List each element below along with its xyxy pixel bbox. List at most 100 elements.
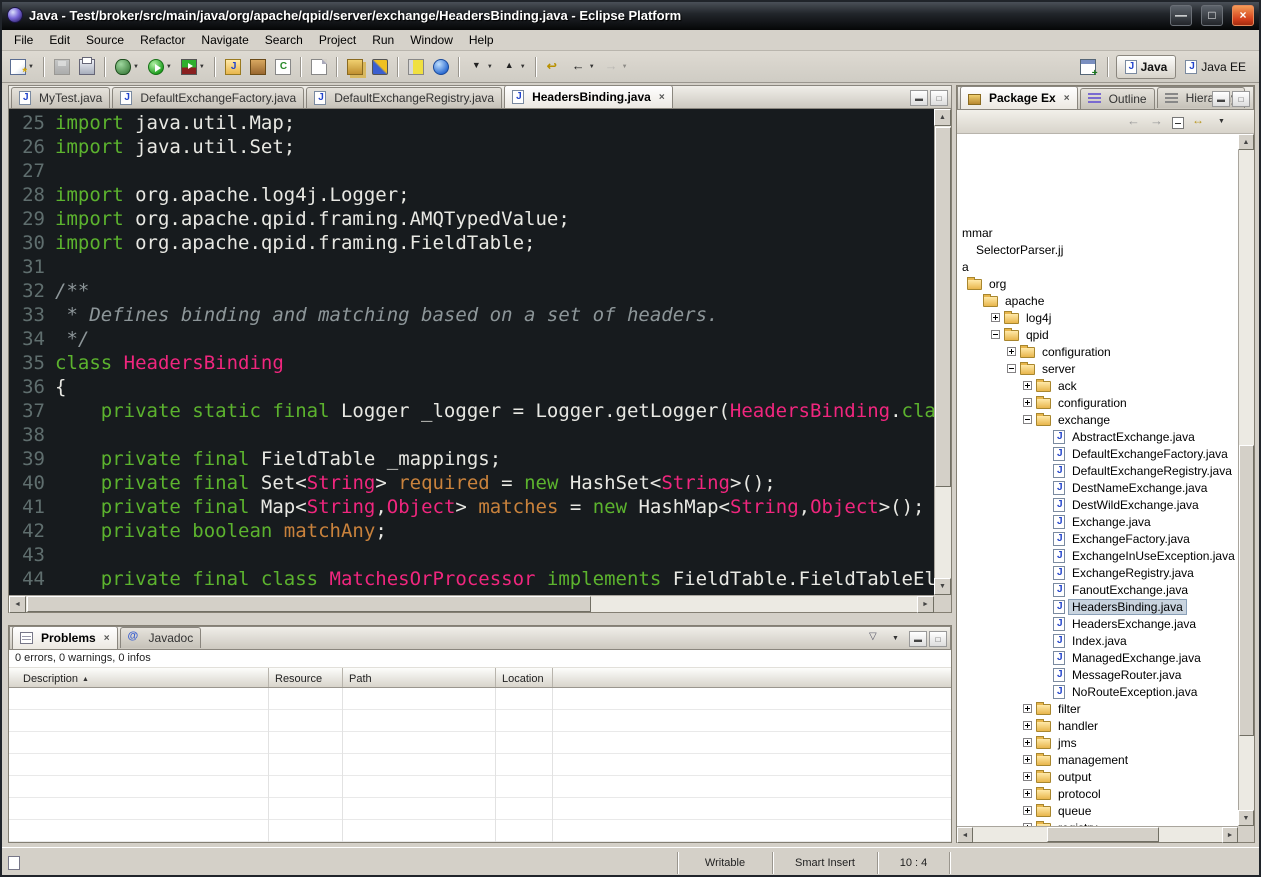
minimize-button[interactable]: — [1170, 5, 1192, 26]
scroll-left-button[interactable]: ◄ [9, 596, 26, 613]
view-tab-outline[interactable]: Outline [1080, 88, 1155, 109]
horizontal-scrollbar-thumb[interactable] [27, 596, 591, 612]
print-button[interactable] [75, 55, 99, 79]
expand-icon[interactable] [1023, 704, 1032, 713]
save-button[interactable] [50, 55, 74, 79]
code-editor[interactable]: 25import java.util.Map;26import java.uti… [8, 109, 952, 613]
tree-item-exchange-java[interactable]: Exchange.java [957, 513, 1238, 530]
editor-tab-defaultexchangefactory-java[interactable]: DefaultExchangeFactory.java [112, 87, 304, 108]
tree-item-destwildexchange-java[interactable]: DestWildExchange.java [957, 496, 1238, 513]
expand-icon[interactable] [991, 313, 1000, 322]
menu-item-window[interactable]: Window [402, 31, 461, 49]
scroll-right-button[interactable]: ► [1222, 827, 1238, 843]
menu-item-source[interactable]: Source [78, 31, 132, 49]
vertical-scrollbar-thumb[interactable] [935, 127, 951, 487]
new-package-button[interactable] [246, 55, 270, 79]
open-perspective-button[interactable] [1076, 55, 1100, 79]
expand-icon[interactable] [1023, 755, 1032, 764]
open-type-button[interactable] [307, 55, 331, 79]
minimize-view-button[interactable]: ▬ [1212, 91, 1230, 107]
link-with-editor-icon[interactable] [1191, 114, 1207, 130]
expand-icon[interactable] [1023, 789, 1032, 798]
menu-item-navigate[interactable]: Navigate [193, 31, 256, 49]
column-header-resource[interactable]: Resource [269, 668, 343, 687]
tree-item-selectorparser-jj[interactable]: SelectorParser.jj [957, 241, 1238, 258]
tree-item-server[interactable]: server [957, 360, 1238, 377]
column-header-path[interactable]: Path [343, 668, 496, 687]
last-edit-location-button[interactable] [542, 55, 566, 79]
tree-item-handler[interactable]: handler [957, 717, 1238, 734]
menu-item-file[interactable]: File [6, 31, 41, 49]
expand-icon[interactable] [1023, 721, 1032, 730]
vertical-scrollbar-thumb[interactable] [1239, 445, 1254, 736]
tree-item-messagerouter-java[interactable]: MessageRouter.java [957, 666, 1238, 683]
menu-item-run[interactable]: Run [364, 31, 402, 49]
tree-item-a[interactable]: a [957, 258, 1238, 275]
mark-occurrences-button[interactable] [404, 55, 428, 79]
collapse-icon[interactable] [1007, 364, 1016, 373]
scroll-down-button[interactable]: ▼ [934, 578, 951, 595]
horizontal-scrollbar-thumb[interactable] [1047, 827, 1159, 842]
minimize-view-button[interactable]: ▬ [910, 90, 928, 106]
tree-item-defaultexchangeregistry-java[interactable]: DefaultExchangeRegistry.java [957, 462, 1238, 479]
maximize-view-button[interactable]: □ [1232, 91, 1250, 107]
collapse-icon[interactable] [991, 330, 1000, 339]
tree-item-abstractexchange-java[interactable]: AbstractExchange.java [957, 428, 1238, 445]
editor-tab-defaultexchangeregistry-java[interactable]: DefaultExchangeRegistry.java [306, 87, 502, 108]
expand-icon[interactable] [1023, 806, 1032, 815]
tree-item-registry[interactable]: registry [957, 819, 1238, 826]
tree-item-jms[interactable]: jms [957, 734, 1238, 751]
view-menu-icon[interactable] [888, 631, 904, 647]
perspective-java-ee[interactable]: Java EE [1176, 55, 1255, 79]
expand-icon[interactable] [1023, 398, 1032, 407]
perspective-java[interactable]: Java [1116, 55, 1177, 79]
new-java-project-button[interactable] [221, 55, 245, 79]
tree-vertical-scrollbar[interactable]: ▲ ▼ [1238, 134, 1254, 826]
package-explorer-tree[interactable]: mmarSelectorParser.jjaorgapachelog4jqpid… [957, 134, 1238, 826]
previous-annotation-button[interactable]: ▼ [498, 55, 530, 79]
forward-icon[interactable] [1149, 114, 1165, 130]
run-button[interactable]: ▼ [144, 55, 176, 79]
problems-tab-problems[interactable]: Problems× [12, 626, 118, 649]
expand-icon[interactable] [1023, 738, 1032, 747]
back-button[interactable]: ▼ [567, 55, 599, 79]
java-browsing-button[interactable] [343, 55, 367, 79]
tree-item-managedexchange-java[interactable]: ManagedExchange.java [957, 649, 1238, 666]
tree-item-protocol[interactable]: protocol [957, 785, 1238, 802]
editor-tab-mytest-java[interactable]: MyTest.java [11, 87, 110, 108]
tree-item-ack[interactable]: ack [957, 377, 1238, 394]
scroll-left-button[interactable]: ◄ [957, 827, 973, 843]
menu-item-help[interactable]: Help [461, 31, 502, 49]
code-viewport[interactable]: 25import java.util.Map;26import java.uti… [9, 111, 934, 595]
tree-item-configuration[interactable]: configuration [957, 394, 1238, 411]
editor-tab-headersbinding-java[interactable]: HeadersBinding.java× [504, 85, 673, 108]
next-annotation-button[interactable]: ▼ [465, 55, 497, 79]
search-button[interactable] [368, 55, 392, 79]
expand-icon[interactable] [1023, 381, 1032, 390]
tree-item-exchangeinuseexception-java[interactable]: ExchangeInUseException.java [957, 547, 1238, 564]
close-icon[interactable]: × [104, 633, 110, 644]
scroll-right-button[interactable]: ► [917, 596, 934, 613]
tree-item-management[interactable]: management [957, 751, 1238, 768]
problems-tab-javadoc[interactable]: Javadoc [120, 627, 202, 648]
close-icon[interactable]: × [659, 92, 665, 103]
expand-icon[interactable] [1007, 347, 1016, 356]
tree-item-headersexchange-java[interactable]: HeadersExchange.java [957, 615, 1238, 632]
tree-item-queue[interactable]: queue [957, 802, 1238, 819]
tree-item-apache[interactable]: apache [957, 292, 1238, 309]
editor-vertical-scrollbar[interactable]: ▲ ▼ [934, 109, 951, 595]
new-class-button[interactable] [271, 55, 295, 79]
tree-item-headersbinding-java[interactable]: HeadersBinding.java [957, 598, 1238, 615]
tree-item-log4j[interactable]: log4j [957, 309, 1238, 326]
menu-item-search[interactable]: Search [257, 31, 311, 49]
back-icon[interactable] [1126, 114, 1142, 130]
tree-item-exchangefactory-java[interactable]: ExchangeFactory.java [957, 530, 1238, 547]
tree-item-mmar[interactable]: mmar [957, 224, 1238, 241]
scroll-down-button[interactable]: ▼ [1238, 810, 1254, 826]
column-header-description[interactable]: Description▲ [9, 668, 269, 687]
tree-item-org[interactable]: org [957, 275, 1238, 292]
editor-horizontal-scrollbar[interactable]: ◄ ► [9, 595, 934, 612]
menu-item-edit[interactable]: Edit [41, 31, 78, 49]
tree-item-exchange[interactable]: exchange [957, 411, 1238, 428]
tree-horizontal-scrollbar[interactable]: ◄ ► [957, 826, 1238, 842]
